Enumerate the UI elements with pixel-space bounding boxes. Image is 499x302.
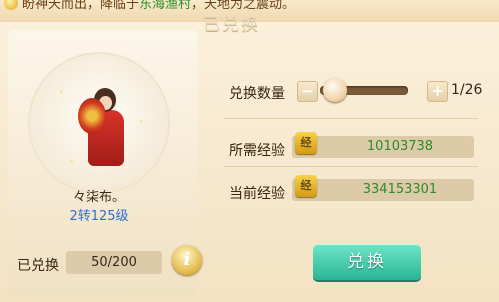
slider-handle[interactable] xyxy=(322,78,347,102)
required-exp-value: 10103738 xyxy=(366,139,434,154)
redeem-button[interactable]: 兑换 xyxy=(313,244,421,280)
sparkle-dot xyxy=(140,120,143,123)
sparkle-dot xyxy=(60,90,63,93)
decrease-button[interactable]: − xyxy=(297,81,318,102)
divider xyxy=(224,166,478,167)
redeemed-label: 已兑换 xyxy=(17,258,59,274)
current-exp-field: 经 334153301 xyxy=(292,175,474,201)
required-exp-field: 经 10103738 xyxy=(292,132,474,158)
divider xyxy=(224,118,478,119)
current-exp-value: 334153301 xyxy=(362,182,438,197)
tab-redeemed[interactable]: 已兑换 xyxy=(203,10,260,35)
exp-coin-icon: 经 xyxy=(295,132,317,154)
character-name: 々柒布。 xyxy=(72,190,125,205)
quantity-value: 1/26 xyxy=(451,82,483,98)
quantity-label: 兑换数量 xyxy=(229,86,285,102)
current-exp-label: 当前经验 xyxy=(229,186,285,202)
flower-bouquet-icon xyxy=(78,98,106,134)
required-exp-label: 所需经验 xyxy=(229,143,285,159)
redeemed-count: 50/200 xyxy=(66,251,162,274)
announcement-icon xyxy=(4,0,18,10)
exp-coin-icon: 经 xyxy=(295,175,317,197)
info-icon[interactable]: i xyxy=(172,245,202,275)
character-level: 2转125级 xyxy=(69,209,129,224)
exchange-panel: 盼神天而出，降临于东海渔村，天地为之震动。 已兑换 々柒布。 2转125级 已兑… xyxy=(0,0,499,302)
announcement-highlight: 东海渔村 xyxy=(139,0,192,12)
sparkle-dot xyxy=(70,160,73,163)
increase-button[interactable]: + xyxy=(427,81,448,102)
